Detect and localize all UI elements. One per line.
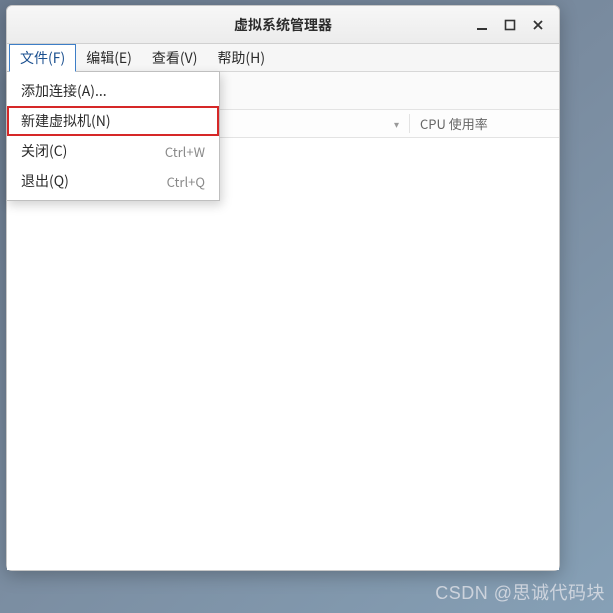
sort-indicator-icon: ▾ — [394, 116, 399, 131]
file-menu-dropdown: 添加连接(A)... 新建虚拟机(N) 关闭(C) Ctrl+W 退出(Q) C… — [6, 71, 220, 201]
vm-list-area — [7, 138, 559, 570]
menu-item-accelerator: Ctrl+W — [165, 142, 205, 161]
titlebar: 虚拟系统管理器 — [7, 6, 559, 44]
menu-edit[interactable]: 编辑(E) — [76, 44, 142, 71]
menu-file[interactable]: 文件(F) — [9, 44, 76, 72]
menu-view[interactable]: 查看(V) — [142, 44, 208, 71]
watermark-text: CSDN @思诚代码块 — [435, 579, 605, 605]
menu-item-label: 新建虚拟机(N) — [21, 111, 205, 131]
menu-item-new-vm[interactable]: 新建虚拟机(N) — [7, 106, 219, 136]
menu-item-quit[interactable]: 退出(Q) Ctrl+Q — [7, 166, 219, 196]
menu-item-label: 添加连接(A)... — [21, 81, 205, 101]
menu-item-label: 关闭(C) — [21, 141, 147, 161]
minimize-button[interactable] — [473, 16, 491, 34]
close-button[interactable] — [529, 16, 547, 34]
menubar: 文件(F) 编辑(E) 查看(V) 帮助(H) — [7, 44, 559, 72]
window-buttons — [473, 6, 553, 43]
column-cpu-usage[interactable]: CPU 使用率 — [409, 114, 559, 133]
maximize-button[interactable] — [501, 16, 519, 34]
menu-item-close[interactable]: 关闭(C) Ctrl+W — [7, 136, 219, 166]
menu-item-label: 退出(Q) — [21, 171, 149, 191]
menu-help[interactable]: 帮助(H) — [207, 44, 275, 71]
menu-item-add-connection[interactable]: 添加连接(A)... — [7, 76, 219, 106]
menu-item-accelerator: Ctrl+Q — [167, 172, 205, 191]
